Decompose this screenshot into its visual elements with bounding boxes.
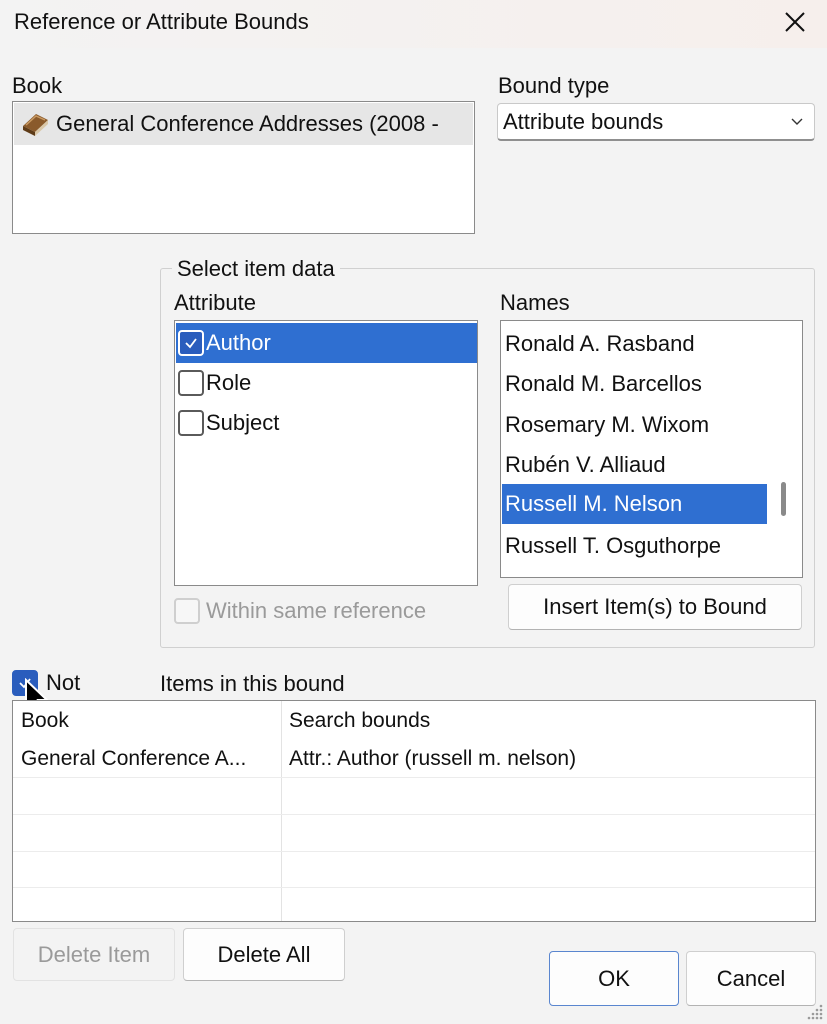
attribute-listbox[interactable]: Author Role Subject bbox=[174, 320, 478, 586]
list-item[interactable]: Ronald M. Barcellos bbox=[502, 364, 767, 404]
not-label: Not bbox=[46, 670, 81, 695]
items-in-bound-label: Items in this bound bbox=[160, 671, 345, 696]
close-button[interactable] bbox=[778, 4, 812, 40]
within-same-reference-checkbox[interactable] bbox=[174, 598, 200, 624]
within-same-reference-option[interactable]: Within same reference bbox=[174, 598, 426, 624]
attribute-item-label: Author bbox=[206, 330, 271, 355]
items-table[interactable]: Book Search bounds General Conference A.… bbox=[12, 700, 816, 922]
names-scrollbar-thumb[interactable] bbox=[781, 482, 786, 516]
book-icon bbox=[23, 114, 48, 136]
attribute-item-label: Subject bbox=[206, 410, 280, 435]
book-item-name: General Conference Addresses (2008 - bbox=[56, 111, 439, 136]
column-divider bbox=[281, 701, 282, 921]
row-divider bbox=[13, 851, 815, 852]
bound-type-label: Bound type bbox=[498, 73, 610, 98]
book-label: Book bbox=[12, 73, 63, 98]
attribute-label: Attribute bbox=[174, 290, 256, 315]
names-listbox[interactable]: Ronald A. Rasband Ronald M. Barcellos Ro… bbox=[500, 320, 803, 578]
window-title: Reference or Attribute Bounds bbox=[14, 9, 309, 34]
attribute-item-subject[interactable]: Subject bbox=[176, 403, 477, 443]
role-checkbox[interactable] bbox=[178, 370, 204, 396]
select-item-data-legend: Select item data bbox=[172, 256, 340, 282]
attribute-item-author[interactable]: Author bbox=[176, 323, 477, 363]
insert-items-button[interactable]: Insert Item(s) to Bound bbox=[508, 584, 802, 630]
column-header-book[interactable]: Book bbox=[13, 701, 281, 741]
attribute-item-role[interactable]: Role bbox=[176, 363, 477, 403]
table-row[interactable]: General Conference A... Attr.: Author (r… bbox=[13, 741, 815, 777]
subject-checkbox[interactable] bbox=[178, 410, 204, 436]
bound-type-select[interactable]: Attribute bounds bbox=[497, 103, 815, 141]
cancel-button[interactable]: Cancel bbox=[686, 951, 816, 1006]
table-cell-search-bounds: Attr.: Author (russell m. nelson) bbox=[289, 747, 577, 770]
chevron-down-icon bbox=[791, 118, 803, 125]
row-divider bbox=[13, 887, 815, 888]
close-icon bbox=[785, 12, 805, 32]
list-item-selected[interactable]: Russell M. Nelson bbox=[502, 484, 767, 524]
within-same-reference-label: Within same reference bbox=[206, 598, 427, 623]
list-item[interactable]: Ronald A. Rasband bbox=[502, 324, 767, 364]
check-icon bbox=[185, 338, 197, 349]
delete-item-button[interactable]: Delete Item bbox=[13, 928, 175, 981]
book-list-item[interactable]: General Conference Addresses (2008 - bbox=[14, 103, 473, 145]
table-cell-book: General Conference A... bbox=[21, 747, 247, 770]
attribute-item-label: Role bbox=[206, 370, 252, 395]
ok-button[interactable]: OK bbox=[549, 951, 679, 1006]
list-item[interactable]: Russell T. Osguthorpe bbox=[502, 526, 767, 566]
list-item[interactable]: Rosemary M. Wixom bbox=[502, 405, 767, 445]
book-listbox[interactable]: General Conference Addresses (2008 - bbox=[12, 101, 475, 234]
row-divider bbox=[13, 814, 815, 815]
resize-grip-icon[interactable] bbox=[806, 1003, 824, 1021]
bound-type-value: Attribute bounds bbox=[503, 108, 664, 134]
column-header-search-bounds[interactable]: Search bounds bbox=[281, 701, 815, 741]
names-label: Names bbox=[500, 290, 570, 315]
author-checkbox[interactable] bbox=[178, 330, 204, 356]
delete-all-button[interactable]: Delete All bbox=[183, 928, 345, 981]
list-item[interactable]: Rubén V. Alliaud bbox=[502, 445, 767, 485]
row-divider bbox=[13, 777, 815, 778]
